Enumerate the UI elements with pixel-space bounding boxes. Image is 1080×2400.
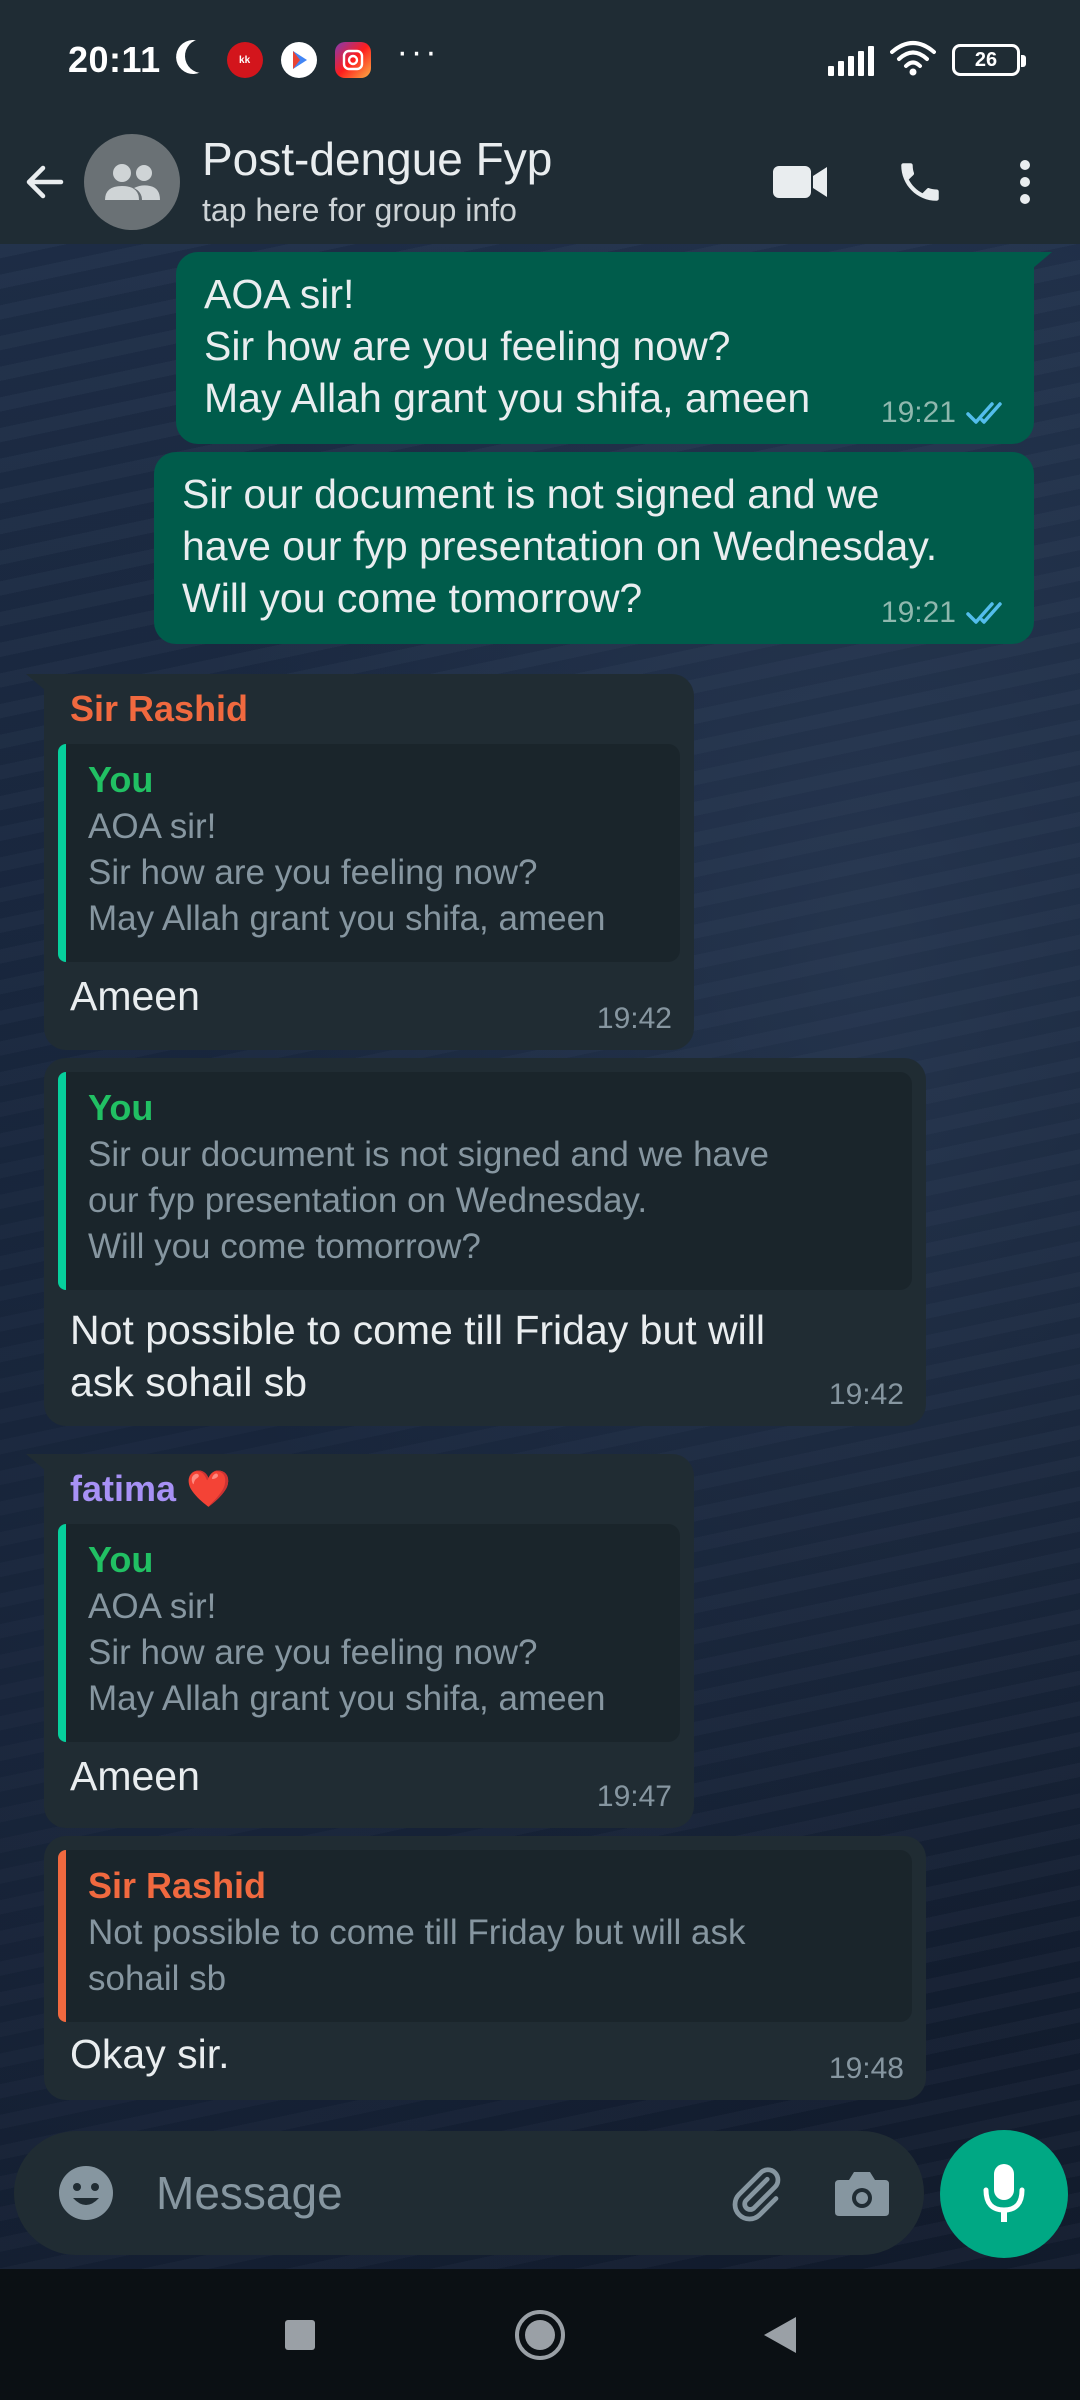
phone-icon: [901, 163, 939, 201]
message-bubble-incoming[interactable]: fatima ❤️ You AOA sir! Sir how are you f…: [26, 1454, 694, 1828]
back-nav-button[interactable]: [660, 2269, 900, 2400]
message-time: 19:21: [880, 596, 956, 629]
message-sender[interactable]: Sir Rashid: [58, 686, 680, 732]
quoted-message[interactable]: You AOA sir! Sir how are you feeling now…: [58, 1524, 680, 1742]
group-avatar[interactable]: [84, 134, 180, 230]
quoted-author: You: [88, 759, 154, 800]
message-time: 19:42: [596, 1002, 672, 1035]
message-composer: Message: [14, 2131, 924, 2255]
signal-icon: [828, 44, 874, 76]
emoji-smiley-icon: [59, 2166, 113, 2220]
kebab-menu-icon: [1020, 160, 1030, 204]
chat-header: Post-dengue Fyp tap here for group info: [0, 120, 1080, 244]
quoted-author: You: [88, 1087, 154, 1128]
recents-button[interactable]: [180, 2269, 420, 2400]
read-double-check-icon: [966, 402, 1002, 424]
message-bubble-incoming[interactable]: Sir Rashid You AOA sir! Sir how are you …: [26, 674, 694, 1050]
voice-message-button[interactable]: [940, 2130, 1068, 2258]
battery-icon: 26: [952, 44, 1026, 76]
chat-title: Post-dengue Fyp: [202, 133, 553, 185]
triangle-back-icon: [764, 2316, 796, 2353]
message-text: Okay sir.: [70, 2031, 230, 2077]
more-notifications-icon: ···: [396, 32, 440, 71]
quoted-message[interactable]: You Sir our document is not signed and w…: [58, 1072, 912, 1290]
message-bubble-outgoing[interactable]: Sir our document is not signed and we ha…: [154, 452, 1034, 644]
group-people-icon: [105, 164, 160, 200]
camera-button[interactable]: [820, 2151, 904, 2235]
microphone-icon: [983, 2164, 1025, 2222]
quoted-text: AOA sir! Sir how are you feeling now? Ma…: [88, 1587, 606, 1718]
attach-button[interactable]: [714, 2151, 798, 2235]
back-button[interactable]: [10, 120, 80, 244]
message-bubble-incoming[interactable]: Sir Rashid Not possible to come till Fri…: [44, 1836, 926, 2100]
message-time: 19:47: [596, 1780, 672, 1813]
chat-title-block[interactable]: Post-dengue Fyp tap here for group info: [202, 133, 552, 231]
system-navigation-bar: [0, 2269, 1080, 2400]
read-double-check-icon: [966, 602, 1002, 624]
quoted-author: Sir Rashid: [88, 1865, 267, 1906]
home-button[interactable]: [420, 2269, 660, 2400]
status-bar: 20:11 kk ··· 26: [0, 0, 1080, 120]
wifi-icon: [890, 40, 936, 81]
message-sender[interactable]: fatima ❤️: [58, 1466, 680, 1512]
quoted-message[interactable]: Sir Rashid Not possible to come till Fri…: [58, 1850, 912, 2022]
instagram-icon: [334, 42, 371, 78]
chat-subtitle: tap here for group info: [202, 192, 517, 228]
quoted-author: You: [88, 1539, 154, 1580]
video-call-button[interactable]: [740, 120, 860, 244]
message-bubble-outgoing[interactable]: AOA sir! Sir how are you feeling now? Ma…: [176, 252, 1052, 444]
sender-name: fatima: [70, 1468, 177, 1509]
message-text: Ameen: [70, 973, 200, 1019]
status-time: 20:11: [68, 39, 161, 80]
message-input[interactable]: Message: [156, 2131, 714, 2255]
sender-emoji: ❤️: [186, 1468, 231, 1509]
video-camera-icon: [773, 166, 827, 198]
play-games-icon: [280, 42, 317, 78]
dnd-moon-icon: [180, 34, 224, 78]
quoted-text: Not possible to come till Friday but wil…: [88, 1913, 746, 1998]
emoji-button[interactable]: [44, 2151, 128, 2235]
quoted-text: AOA sir! Sir how are you feeling now? Ma…: [88, 807, 606, 938]
more-options-button[interactable]: [980, 120, 1070, 244]
message-time: 19:42: [828, 1378, 904, 1411]
message-time: 19:21: [880, 396, 956, 429]
message-text: Not possible to come till Friday but wil…: [70, 1307, 765, 1405]
paperclip-icon: [732, 2167, 781, 2222]
camera-icon: [835, 2172, 889, 2216]
app-notification-icon: kk: [226, 42, 263, 78]
back-arrow-icon: [26, 165, 64, 199]
message-bubble-incoming[interactable]: You Sir our document is not signed and w…: [44, 1058, 926, 1426]
circle-home-icon: [515, 2309, 565, 2360]
quoted-message[interactable]: You AOA sir! Sir how are you feeling now…: [58, 744, 680, 962]
square-recents-icon: [285, 2319, 315, 2350]
message-time: 19:48: [828, 2052, 904, 2085]
voice-call-button[interactable]: [860, 120, 980, 244]
quoted-text: Sir our document is not signed and we ha…: [88, 1135, 769, 1266]
message-text: Ameen: [70, 1753, 200, 1799]
